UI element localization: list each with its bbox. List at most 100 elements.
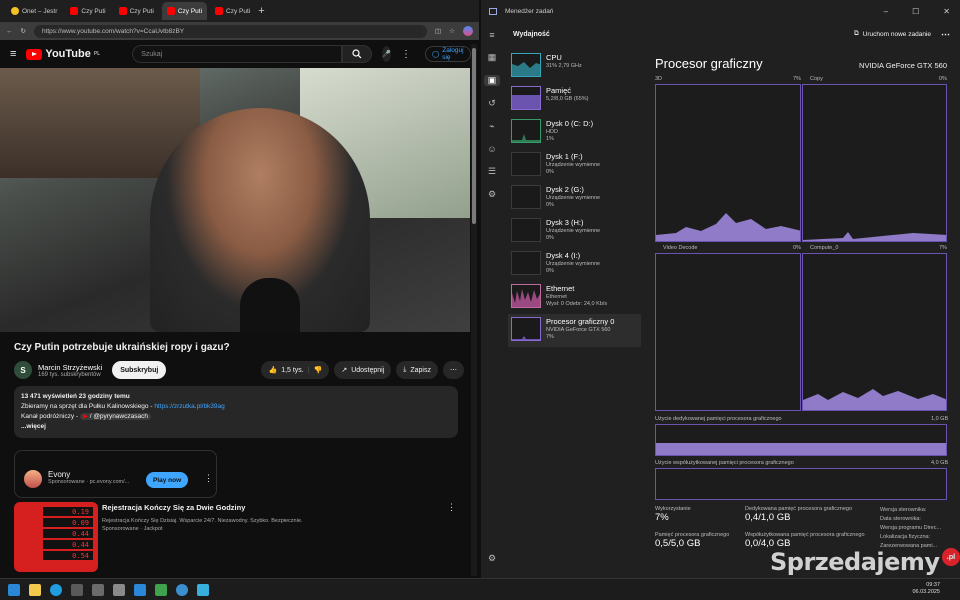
search-group: Szukaj [110, 45, 373, 63]
channel-mention[interactable]: ▶ / @pyrynawczasach [79, 413, 151, 420]
details-icon[interactable]: ☰ [488, 166, 496, 177]
device-disk-4[interactable]: Dysk 4 (I:) Urządzenie wymienne 0% [508, 248, 641, 281]
graph-video-decode [655, 253, 801, 411]
menu-icon[interactable]: ≡ [10, 48, 16, 60]
device-ethernet[interactable]: Ethernet Ethernet Wysł: 0 Odebr: 24,0 Kb/s [508, 281, 641, 314]
youtube-mini-icon: ▶ [82, 413, 88, 420]
app-icon[interactable] [197, 583, 209, 596]
channel-avatar[interactable]: S [14, 361, 32, 379]
tab-label: Czy Puti [81, 7, 106, 15]
youtube-favicon-icon [215, 7, 224, 15]
device-sub: Ethernet [546, 294, 567, 300]
new-task-icon: ⧉ [854, 30, 859, 37]
users-icon[interactable]: ☺ [487, 144, 496, 154]
new-tab-icon[interactable]: + [258, 5, 264, 17]
youtube-favicon-icon [118, 7, 127, 15]
login-button[interactable]: ◯ Zaloguj się [424, 46, 471, 62]
device-gpu-0[interactable]: Procesor graficzny 0 NVIDIA GeForce GTX 5… [508, 314, 641, 347]
edge-icon[interactable] [50, 583, 62, 596]
share-button[interactable]: ↗ Udostępnij [334, 361, 392, 379]
device-disk-0[interactable]: Dysk 0 (C: D:) HDD 1% [508, 116, 641, 149]
tab-onet[interactable]: Onet – Jestr [6, 2, 62, 20]
services-icon[interactable]: ⚙ [488, 189, 496, 200]
tab-strip: Onet – Jestr Czy Puti Czy Puti Czy Puti … [0, 0, 479, 22]
start-icon[interactable] [8, 583, 20, 596]
ad-sponsor: Sponsorowane · pc.evony.com/... [48, 479, 130, 485]
file-explorer-icon[interactable] [29, 583, 41, 596]
disk-mini-graph [511, 218, 541, 242]
startup-icon[interactable]: ⌁ [489, 121, 494, 132]
save-button[interactable]: ⤓ Zapisz [396, 361, 438, 379]
share-icon: ↗ [341, 367, 348, 374]
video-player[interactable] [0, 68, 470, 332]
browser-icon[interactable] [176, 583, 188, 596]
device-disk-3[interactable]: Dysk 3 (H:) Urządzenie wymienne 0% [508, 215, 641, 248]
stat-dedicated: Dedykowana pamięć procesora graficznego 0… [745, 506, 852, 523]
mic-icon[interactable]: 🎤 [382, 46, 391, 62]
channel-name[interactable]: Marcin Strzyżewski [38, 363, 102, 372]
system-clock[interactable]: 09:37 06.03.2025 [912, 582, 940, 596]
address-bar[interactable]: https://www.youtube.com/watch?v=CcaUvtb8… [33, 24, 428, 38]
scrollbar-thumb[interactable] [472, 48, 476, 224]
disk-mini-graph [511, 119, 541, 143]
run-new-task-button[interactable]: ⧉ Uruchom nowe zadanie [854, 30, 931, 38]
more-options-icon[interactable]: ⋮ [447, 502, 456, 513]
section-title: Wydajność [513, 30, 550, 38]
device-disk-2[interactable]: Dysk 2 (G:) Urządzenie wymienne 0% [508, 182, 641, 215]
app-icon[interactable] [155, 583, 167, 596]
description-box[interactable]: 13 471 wyświetleń 23 godziny temu Zbiera… [14, 386, 458, 438]
more-options-icon[interactable]: ⋮ [204, 473, 213, 484]
close-icon[interactable]: ✕ [943, 7, 950, 16]
gpu-heading: Procesor graficzny [655, 56, 763, 71]
device-memory[interactable]: Pamięć 5,2/8,0 GB (65%) [508, 83, 641, 116]
device-disk-1[interactable]: Dysk 1 (F:) Urządzenie wymienne 0% [508, 149, 641, 182]
play-now-button[interactable]: Play now [146, 472, 189, 488]
search-button[interactable] [342, 45, 373, 63]
tab-youtube-1[interactable]: Czy Puti [65, 2, 110, 20]
back-icon[interactable]: ← [6, 28, 13, 35]
device-name: Dysk 2 (G:) [546, 185, 584, 194]
device-list: CPU 31% 2,79 GHz Pamięć 5,2/8,0 GB (65%) D… [508, 50, 641, 347]
shared-memory-max: 4,0 GB [931, 460, 949, 466]
favorites-icon[interactable]: ☆ [449, 27, 455, 35]
settings-icon[interactable]: ⚙ [488, 553, 496, 564]
reload-icon[interactable]: ↻ [21, 27, 26, 35]
sponsored-card-evony[interactable]: Evony Sponsorowane · pc.evony.com/... Pl… [14, 450, 217, 498]
youtube-logo[interactable]: YouTube PL [26, 48, 100, 60]
more-actions-button[interactable]: ⋯ [443, 361, 464, 379]
tab-youtube-2[interactable]: Czy Puti [114, 2, 159, 20]
search-icon [352, 49, 362, 59]
video-title: Czy Putin potrzebuje ukraińskiej ropy i … [14, 342, 230, 353]
device-name: CPU [546, 53, 562, 62]
tab-youtube-4[interactable]: Czy Puti [210, 2, 255, 20]
show-more-link[interactable]: ...więcej [21, 422, 451, 432]
settings-icon[interactable] [134, 583, 146, 596]
app-history-icon[interactable]: ↺ [488, 98, 496, 109]
tab-youtube-active[interactable]: Czy Puti [161, 2, 208, 20]
stat-value: 0,5/5,0 GB [655, 538, 701, 549]
ad-thumbnail: 0.19 0.09 0.44 0.44 0.54 [14, 502, 98, 572]
app-icon[interactable] [113, 583, 125, 596]
maximize-icon[interactable]: ☐ [912, 7, 919, 16]
fundraiser-link[interactable]: https://zrzutka.pl/bk39ag [154, 403, 224, 410]
minimize-icon[interactable]: – [884, 7, 888, 16]
subscribe-button[interactable]: Subskrybuj [112, 361, 167, 379]
device-cpu[interactable]: CPU 31% 2,79 GHz [508, 50, 641, 83]
search-input[interactable]: Szukaj [132, 45, 343, 63]
sponsored-item-jackpot[interactable]: 0.19 0.09 0.44 0.44 0.54 Rejestracja Koń… [14, 502, 464, 572]
page-scrollbar[interactable] [471, 44, 477, 576]
clock-date: 06.03.2025 [912, 589, 940, 595]
hamburger-icon[interactable]: ≡ [489, 30, 494, 40]
app-icon[interactable] [92, 583, 104, 596]
thumbs-down-icon[interactable]: 👎 [314, 366, 323, 374]
extensions-icon[interactable]: ◫ [435, 27, 441, 35]
profile-icon[interactable] [463, 26, 473, 36]
like-button[interactable]: 👍 1,5 tys. | 👎 [261, 361, 330, 379]
ethernet-mini-graph [511, 284, 541, 308]
more-horizontal-icon[interactable]: ⋯ [941, 29, 950, 40]
app-icon[interactable] [71, 583, 83, 596]
performance-icon[interactable]: ▣ [484, 75, 500, 86]
processes-icon[interactable]: ▦ [488, 52, 497, 63]
like-count: 1,5 tys. [281, 366, 304, 374]
more-options-icon[interactable]: ⋮ [401, 49, 411, 60]
